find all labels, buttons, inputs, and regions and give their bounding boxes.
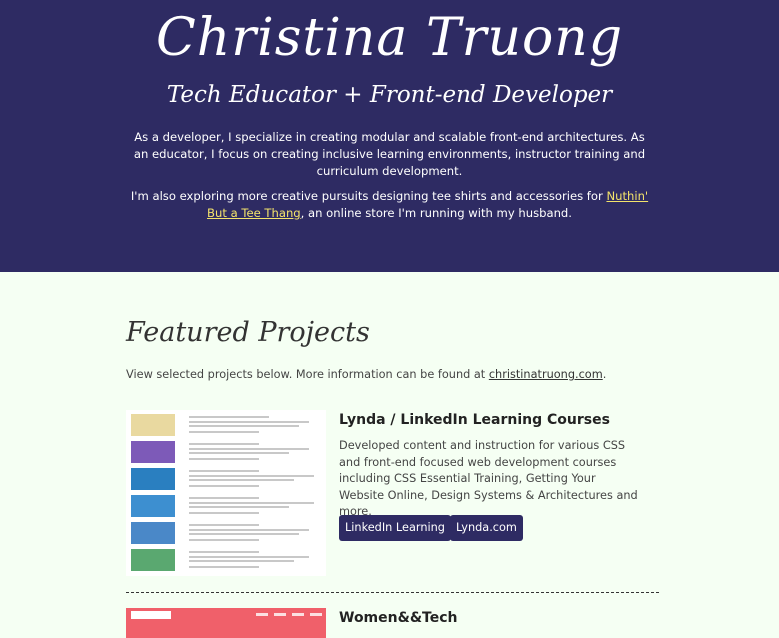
store-paragraph: I'm also exploring more creative pursuit… bbox=[126, 188, 653, 222]
hero-header: Christina Truong Tech Educator + Front-e… bbox=[0, 0, 779, 272]
project-lynda: Lynda / LinkedIn Learning Courses Develo… bbox=[126, 410, 659, 580]
featured-projects-heading: Featured Projects bbox=[126, 317, 370, 348]
project-divider bbox=[126, 592, 659, 593]
store-text-before: I'm also exploring more creative pursuit… bbox=[130, 189, 607, 203]
thumb-row bbox=[131, 549, 321, 573]
thumb-row bbox=[131, 414, 321, 438]
project-title[interactable]: Women&&Tech bbox=[339, 610, 457, 626]
project-title[interactable]: Lynda / LinkedIn Learning Courses bbox=[339, 412, 610, 428]
project-description: Developed content and instruction for va… bbox=[339, 439, 638, 518]
thumb-row bbox=[131, 522, 321, 546]
project-thumbnail[interactable] bbox=[126, 608, 326, 638]
store-text-after: , an online store I'm running with my hu… bbox=[300, 206, 572, 220]
linkedin-learning-button[interactable]: LinkedIn Learning bbox=[339, 515, 451, 541]
thumb-row bbox=[131, 495, 321, 519]
featured-intro-end: . bbox=[602, 368, 607, 381]
tagline: Tech Educator + Front-end Developer bbox=[166, 82, 613, 108]
intro-paragraph: As a developer, I specialize in creating… bbox=[133, 130, 646, 178]
project-women-tech: Women&&Tech bbox=[126, 608, 659, 638]
featured-intro-text: View selected projects below. More infor… bbox=[126, 368, 489, 381]
lynda-button[interactable]: Lynda.com bbox=[450, 515, 523, 541]
project-thumbnail[interactable] bbox=[126, 410, 326, 576]
thumb-row bbox=[131, 441, 321, 465]
featured-intro: View selected projects below. More infor… bbox=[126, 368, 606, 381]
website-link[interactable]: christinatruong.com bbox=[489, 368, 603, 381]
site-name: Christina Truong bbox=[155, 8, 624, 68]
thumb-row bbox=[131, 468, 321, 492]
